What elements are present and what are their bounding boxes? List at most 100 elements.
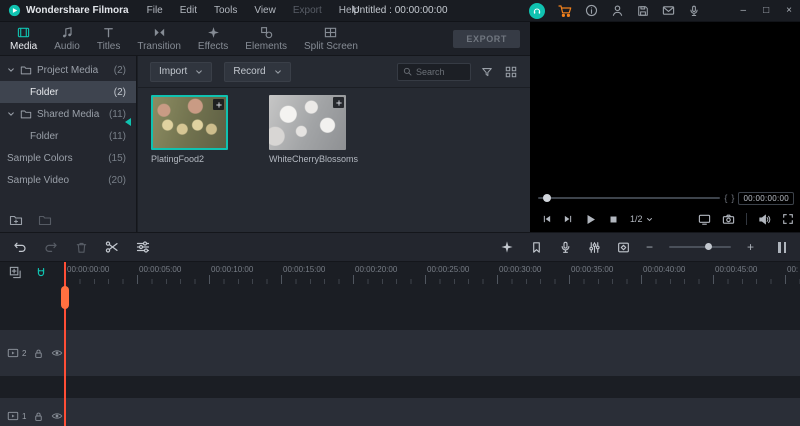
tab-split-screen[interactable]: Split Screen <box>304 26 358 52</box>
track-1-lane[interactable] <box>0 398 800 426</box>
audio-mixer-icon[interactable] <box>588 241 601 254</box>
menu-edit[interactable]: Edit <box>180 5 197 16</box>
render-preview-icon[interactable] <box>500 240 514 254</box>
lock-icon[interactable] <box>33 411 44 422</box>
play-icon[interactable] <box>584 213 597 226</box>
minimize-button[interactable]: – <box>741 5 747 16</box>
previous-frame-icon[interactable] <box>542 214 552 224</box>
account-icon[interactable] <box>611 4 624 17</box>
support-headset-icon[interactable] <box>529 3 545 19</box>
video-track-icon <box>7 347 19 359</box>
add-to-timeline-icon[interactable] <box>333 97 344 108</box>
menu-file[interactable]: File <box>147 5 163 16</box>
volume-icon[interactable] <box>758 213 771 226</box>
tab-transition[interactable]: Transition <box>137 26 181 52</box>
zoom-slider-thumb[interactable] <box>705 243 712 250</box>
manage-tracks-icon[interactable] <box>9 266 22 279</box>
tab-audio[interactable]: Audio <box>54 26 80 52</box>
chevron-down-icon[interactable] <box>7 110 15 118</box>
maximize-button[interactable]: □ <box>763 5 769 16</box>
undo-icon[interactable] <box>13 240 27 254</box>
sidebar-scroll-indicator[interactable] <box>125 118 131 126</box>
export-button[interactable]: EXPORT <box>453 30 520 48</box>
record-button[interactable]: Record <box>224 62 290 82</box>
ruler-label: 00:00:15:00 <box>283 265 325 274</box>
pause-bars-icon[interactable] <box>778 242 786 253</box>
fullscreen-icon[interactable] <box>782 213 794 225</box>
delete-icon[interactable] <box>75 241 88 254</box>
timeline-toolbar: − + <box>0 232 800 262</box>
sidebar-item-folder-shared[interactable]: Folder (11) <box>0 125 136 147</box>
stop-icon[interactable] <box>608 214 619 225</box>
delete-folder-icon[interactable] <box>38 213 52 227</box>
chevron-down-icon <box>274 68 282 76</box>
timeline-zoom-slider[interactable] <box>669 246 731 248</box>
feedback-mail-icon[interactable] <box>662 4 675 17</box>
eye-icon[interactable] <box>51 410 63 422</box>
media-item-whitecherryblossoms[interactable]: WhiteCherryBlossoms <box>269 95 346 164</box>
filter-icon[interactable] <box>481 66 493 78</box>
save-icon[interactable] <box>637 5 649 17</box>
folder-icon <box>20 64 32 76</box>
search-icon <box>403 67 412 76</box>
voiceover-mic-icon[interactable] <box>559 241 572 254</box>
mark-in-brace[interactable]: { <box>724 193 727 203</box>
advanced-tools-icon[interactable] <box>136 240 150 254</box>
lock-icon[interactable] <box>33 348 44 359</box>
track-2-lane[interactable] <box>0 330 800 376</box>
info-icon[interactable] <box>585 4 598 17</box>
sidebar-item-folder-selected[interactable]: Folder (2) <box>0 81 136 103</box>
split-scissors-icon[interactable] <box>105 240 119 254</box>
display-device-icon[interactable] <box>698 213 711 226</box>
tab-titles[interactable]: Titles <box>97 26 121 52</box>
marker-icon[interactable] <box>530 241 543 254</box>
menu-view[interactable]: View <box>254 5 276 16</box>
add-to-timeline-icon[interactable] <box>213 99 224 110</box>
close-button[interactable]: × <box>786 5 792 16</box>
preview-seek-slider[interactable] <box>538 197 720 199</box>
split-screen-icon <box>324 26 337 39</box>
track-number: 2 <box>22 349 26 358</box>
tab-media-label: Media <box>10 41 37 52</box>
store-cart-icon[interactable] <box>558 4 572 18</box>
snap-magnet-icon[interactable] <box>35 267 47 279</box>
sidebar-label: Shared Media <box>37 109 99 120</box>
media-thumbnail[interactable] <box>151 95 228 150</box>
sidebar-item-shared-media[interactable]: Shared Media (11) <box>0 103 136 125</box>
tab-effects-label: Effects <box>198 41 228 52</box>
media-thumbnail[interactable] <box>269 95 346 150</box>
media-item-platingfood2[interactable]: PlatingFood2 <box>151 95 228 164</box>
grid-view-icon[interactable] <box>505 66 517 78</box>
ruler-label: 00:00:20:00 <box>355 265 397 274</box>
tab-elements[interactable]: Elements <box>245 26 287 52</box>
menu-tools[interactable]: Tools <box>214 5 237 16</box>
mark-out-brace[interactable]: } <box>731 193 734 203</box>
chevron-down-icon[interactable] <box>7 66 15 74</box>
zoom-in-button[interactable]: + <box>747 241 754 253</box>
redo-icon[interactable] <box>44 240 58 254</box>
tab-media[interactable]: Media <box>10 26 37 52</box>
import-button[interactable]: Import <box>150 62 212 82</box>
search-input[interactable] <box>416 67 464 77</box>
eye-icon[interactable] <box>51 347 63 359</box>
sidebar-item-sample-video[interactable]: Sample Video (20) <box>0 169 136 191</box>
keyframe-icon[interactable] <box>617 241 630 254</box>
new-folder-icon[interactable] <box>9 213 23 227</box>
sidebar-item-project-media[interactable]: Project Media (2) <box>0 59 136 81</box>
snapshot-camera-icon[interactable] <box>722 213 735 226</box>
tab-effects[interactable]: Effects <box>198 26 228 52</box>
zoom-out-button[interactable]: − <box>646 241 653 253</box>
sidebar-label: Sample Colors <box>7 153 73 164</box>
playhead-handle[interactable] <box>61 286 69 309</box>
ruler-label: 00:00:45:00 <box>715 265 757 274</box>
menu-items: File Edit Tools View Export Help <box>147 5 360 16</box>
track-number: 1 <box>22 412 26 421</box>
microphone-icon[interactable] <box>688 5 700 17</box>
playback-speed-dropdown[interactable]: 1/2 <box>630 214 653 224</box>
seek-slider-thumb[interactable] <box>543 194 551 202</box>
track-2-header: 2 <box>7 347 63 359</box>
sidebar-item-sample-colors[interactable]: Sample Colors (15) <box>0 147 136 169</box>
next-frame-icon[interactable] <box>563 214 573 224</box>
menu-help[interactable]: Help <box>339 5 360 16</box>
search-box[interactable] <box>397 63 471 81</box>
